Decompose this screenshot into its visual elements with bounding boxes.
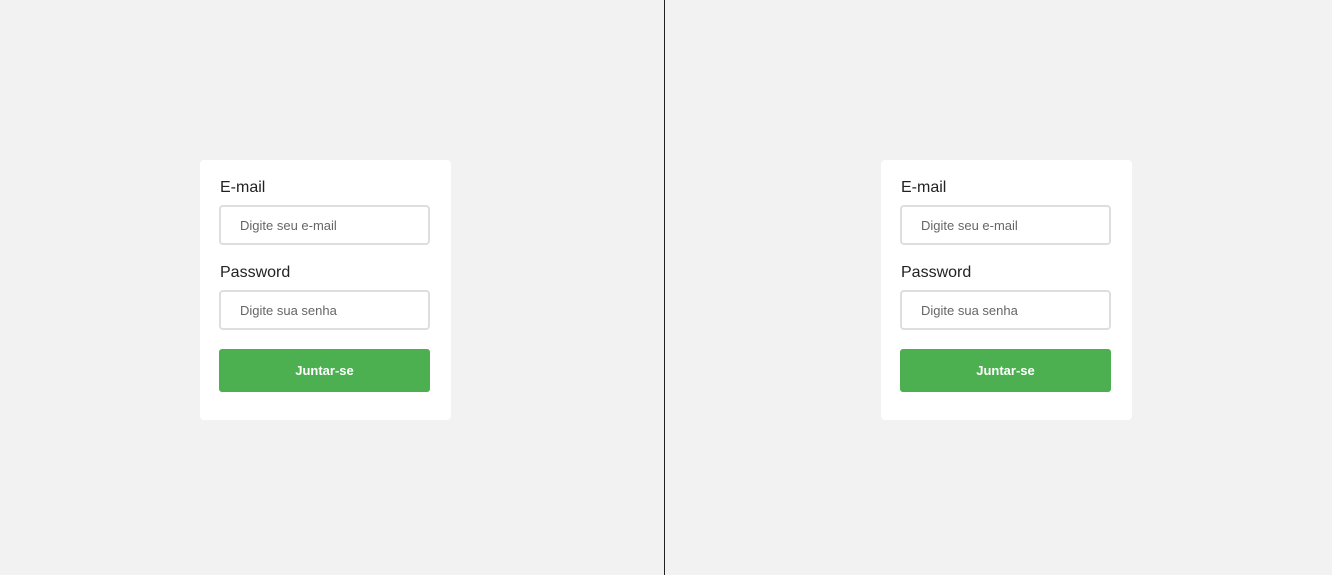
email-label: E-mail [220, 179, 266, 196]
join-button[interactable]: Juntar-se [219, 349, 430, 392]
email-field[interactable] [900, 205, 1111, 245]
login-card: E-mail Password Juntar-se [881, 160, 1132, 420]
password-label: Password [901, 264, 972, 281]
password-label: Password [220, 264, 291, 281]
password-field[interactable] [900, 290, 1111, 330]
login-card: E-mail Password Juntar-se [200, 160, 451, 420]
right-pane: E-mail Password Juntar-se [665, 0, 1332, 575]
left-pane: E-mail Password Juntar-se [0, 0, 664, 575]
password-field[interactable] [219, 290, 430, 330]
join-button[interactable]: Juntar-se [900, 349, 1111, 392]
email-label: E-mail [901, 179, 947, 196]
email-field[interactable] [219, 205, 430, 245]
